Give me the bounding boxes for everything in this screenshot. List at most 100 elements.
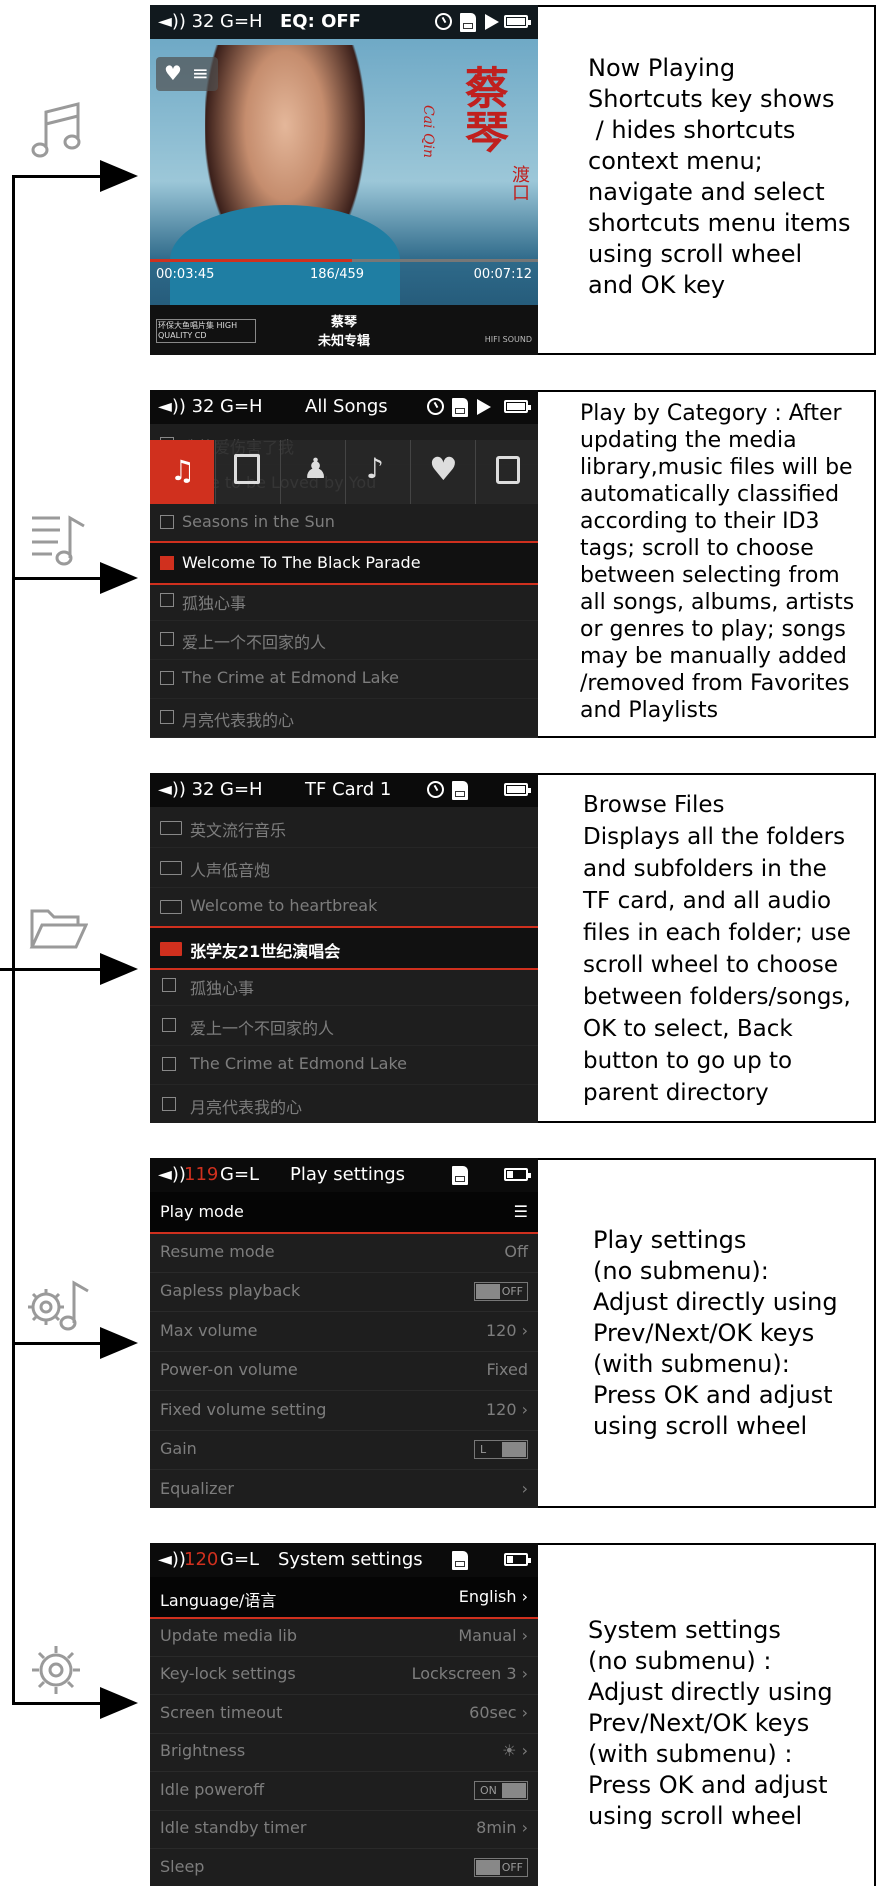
category-playlists[interactable] (475, 440, 538, 504)
folder-item[interactable]: Welcome to heartbreak (150, 886, 538, 927)
setting-row[interactable]: Equalizer › (150, 1469, 538, 1509)
volume-indicator: ◄)) (158, 1549, 186, 1570)
setting-row[interactable]: Resume mode Off (150, 1232, 538, 1273)
category-favorites[interactable]: ♥ (410, 440, 475, 504)
play-state-icon (485, 14, 499, 30)
folder-icon (160, 900, 182, 914)
setting-value: 8min › (476, 1818, 528, 1837)
music-note-icon (31, 102, 81, 158)
clock-icon (427, 781, 444, 798)
file-item[interactable]: The Crime at Edmond Lake (150, 1044, 538, 1085)
song-file-icon (162, 978, 176, 992)
setting-value: Fixed (486, 1360, 528, 1379)
battery-icon (504, 1553, 531, 1566)
battery-icon (504, 15, 531, 28)
setting-row[interactable]: Idle poweroff ON (150, 1770, 538, 1811)
gain-indicator: G=H (220, 11, 263, 32)
all-songs-description: Play by Category : After updating the me… (538, 390, 876, 738)
folder-item[interactable]: 英文流行音乐 (150, 807, 538, 848)
category-albums[interactable] (215, 440, 280, 504)
setting-label: Resume mode (160, 1241, 275, 1261)
setting-row[interactable]: Idle standby timer 8min › (150, 1808, 538, 1849)
setting-label: Screen timeout (160, 1702, 283, 1722)
setting-row[interactable]: Brightness ☀ › (150, 1731, 538, 1772)
volume-indicator: ◄)) 32 (158, 779, 215, 800)
setting-row[interactable]: Gapless playback OFF (150, 1271, 538, 1312)
sd-card-icon (452, 398, 468, 417)
screen-title: All Songs (305, 396, 388, 417)
progress-fill (150, 259, 352, 262)
battery-icon (504, 1168, 531, 1181)
clock-icon (427, 398, 444, 415)
setting-label: Idle poweroff (160, 1779, 265, 1799)
toggle-knob (476, 1859, 500, 1875)
arrow (100, 562, 138, 594)
gain-indicator: G=L (220, 1164, 260, 1185)
setting-row[interactable]: Language/语言 English › (150, 1577, 538, 1619)
setting-value: ☰ (513, 1202, 528, 1221)
setting-value: Off (504, 1241, 528, 1261)
note-icon: ♫ (170, 454, 196, 487)
heart-icon: ♥ (429, 450, 458, 488)
category-artists[interactable]: ♟ (280, 440, 345, 504)
volume-level: 120 (184, 1549, 219, 1570)
shortcuts-button[interactable]: ♥ ≡ (156, 57, 218, 91)
toggle-switch[interactable]: ON (474, 1780, 528, 1800)
song-item[interactable]: 爱上一个不回家的人 (150, 619, 538, 660)
setting-row[interactable]: Power-on volume Fixed (150, 1350, 538, 1391)
setting-row[interactable]: Key-lock settings Lockscreen 3 › (150, 1654, 538, 1695)
song-item[interactable]: 月亮代表我的心 (150, 697, 538, 738)
screen-title: Play settings (290, 1164, 406, 1185)
file-item[interactable]: 爱上一个不回家的人 (150, 1005, 538, 1046)
browse-files-description: Browse Files Displays all the folders an… (538, 773, 876, 1123)
setting-row[interactable]: Gain L (150, 1429, 538, 1470)
album-art-title: 蔡琴 (457, 65, 508, 153)
setting-value: › (521, 1478, 528, 1498)
song-item[interactable]: The Crime at Edmond Lake (150, 658, 538, 699)
setting-label: Gapless playback (160, 1281, 301, 1300)
song-item[interactable]: Welcome To The Black Parade (150, 541, 538, 585)
setting-row[interactable]: Update media lib Manual › (150, 1616, 538, 1657)
file-item[interactable]: 月亮代表我的心 (150, 1084, 538, 1124)
category-all-songs[interactable]: ♫ (150, 440, 214, 504)
play-settings-description: Play settings (no submenu): Adjust direc… (538, 1158, 876, 1508)
song-item[interactable]: Seasons in the Sun (150, 502, 538, 543)
file-item[interactable]: 孤独心事 (150, 965, 538, 1006)
setting-row[interactable]: Fixed volume setting 120 › (150, 1390, 538, 1431)
setting-row[interactable]: Screen timeout 60sec › (150, 1693, 538, 1734)
setting-label: Power-on volume (160, 1360, 298, 1379)
sd-card-icon (452, 781, 468, 800)
description-text: Now Playing Shortcuts key shows / hides … (588, 54, 851, 299)
connector-trunk (12, 175, 15, 1705)
setting-row[interactable]: Max volume 120 › (150, 1311, 538, 1352)
toggle-label: ON (480, 1783, 497, 1797)
progress-track[interactable] (150, 259, 538, 262)
song-title: Seasons in the Sun (182, 512, 335, 531)
folder-icon (160, 941, 182, 956)
toggle-label: OFF (501, 1860, 523, 1874)
toggle-switch[interactable]: OFF (474, 1282, 528, 1301)
menu-icon: ≡ (192, 61, 209, 85)
song-title: 爱上一个不回家的人 (182, 633, 327, 652)
clock-icon (435, 13, 452, 30)
category-genres[interactable]: ♪ (345, 440, 410, 504)
now-playing-description: Now Playing Shortcuts key shows / hides … (538, 5, 876, 355)
connector-branch (12, 968, 102, 971)
setting-label: Sleep (160, 1856, 205, 1876)
arrow (100, 953, 138, 985)
folder-item[interactable]: 人声低音炮 (150, 847, 538, 888)
setting-row[interactable]: Play mode ☰ (150, 1192, 538, 1234)
toggle-knob (502, 1442, 526, 1457)
toggle-switch[interactable]: L (474, 1440, 528, 1459)
album-art-subtitle: 渡口 (509, 165, 530, 201)
arrow (100, 160, 138, 192)
setting-label: Language/语言 (160, 1591, 277, 1610)
folder-item[interactable]: 张学友21世纪演唱会 (150, 925, 538, 970)
song-item[interactable]: 孤独心事 (150, 580, 538, 621)
song-title: The Crime at Edmond Lake (182, 668, 399, 687)
artist-icon: ♟ (303, 452, 329, 485)
toggle-switch[interactable]: OFF (474, 1857, 528, 1877)
setting-row[interactable]: Sleep OFF (150, 1847, 538, 1886)
setting-label: Idle standby timer (160, 1818, 307, 1837)
playlist-icon (496, 456, 520, 484)
